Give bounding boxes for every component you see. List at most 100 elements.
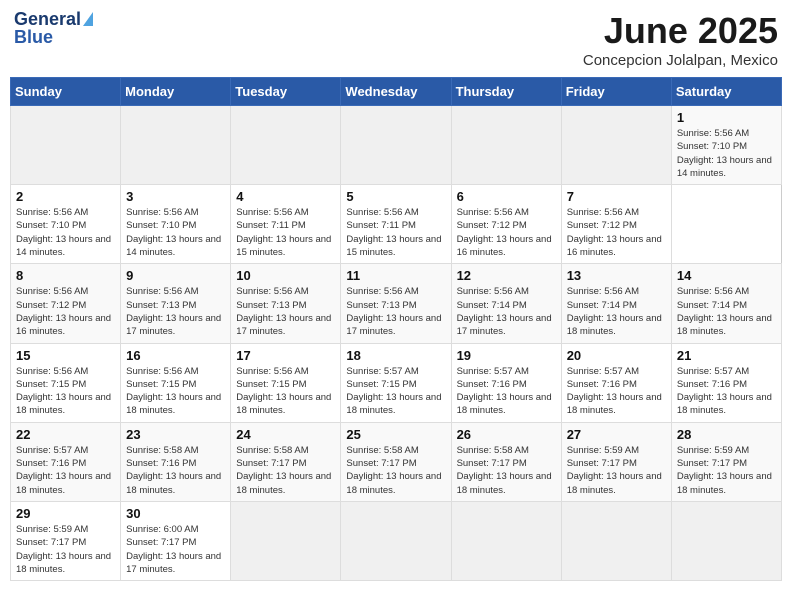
calendar-week-row: 2 Sunrise: 5:56 AMSunset: 7:10 PMDaylight… [11,185,782,264]
calendar-cell: 27Sunrise: 5:59 AMSunset: 7:17 PMDayligh… [561,422,671,501]
calendar-cell [11,106,121,185]
title-area: June 2025 Concepcion Jolalpan, Mexico [583,10,778,69]
day-info: Sunrise: 5:56 AMSunset: 7:14 PMDaylight:… [457,285,556,338]
calendar-cell: 8Sunrise: 5:56 AMSunset: 7:12 PMDaylight… [11,264,121,343]
day-info: Sunrise: 5:56 AMSunset: 7:13 PMDaylight:… [126,285,225,338]
calendar-cell [561,501,671,580]
col-header-monday: Monday [121,78,231,106]
day-info: Sunrise: 5:58 AMSunset: 7:17 PMDaylight:… [457,444,556,497]
day-number: 22 [16,427,115,442]
calendar-cell: 18Sunrise: 5:57 AMSunset: 7:15 PMDayligh… [341,343,451,422]
calendar-cell: 13Sunrise: 5:56 AMSunset: 7:14 PMDayligh… [561,264,671,343]
calendar-cell: 15 Sunrise: 5:56 AMSunset: 7:15 PMDayligh… [11,343,121,422]
day-info: Sunrise: 5:56 AMSunset: 7:15 PMDaylight:… [126,365,225,418]
calendar-cell: 30Sunrise: 6:00 AMSunset: 7:17 PMDayligh… [121,501,231,580]
day-number: 11 [346,268,445,283]
day-number: 25 [346,427,445,442]
calendar-cell: 25 Sunrise: 5:58 AMSunset: 7:17 PMDayligh… [341,422,451,501]
day-info: Sunrise: 5:56 AMSunset: 7:10 PMDaylight:… [677,127,776,180]
col-header-tuesday: Tuesday [231,78,341,106]
calendar-header-row: SundayMondayTuesdayWednesdayThursdayFrid… [11,78,782,106]
day-number: 15 [16,348,115,363]
calendar-cell: 14Sunrise: 5:56 AMSunset: 7:14 PMDayligh… [671,264,781,343]
calendar-cell: 4 Sunrise: 5:56 AMSunset: 7:11 PMDaylight… [231,185,341,264]
day-number: 5 [346,189,445,204]
calendar-week-row: 29 Sunrise: 5:59 AMSunset: 7:17 PMDayligh… [11,501,782,580]
day-number: 6 [457,189,556,204]
calendar-cell: 26 Sunrise: 5:58 AMSunset: 7:17 PMDayligh… [451,422,561,501]
col-header-sunday: Sunday [11,78,121,106]
calendar-cell: 3 Sunrise: 5:56 AMSunset: 7:10 PMDaylight… [121,185,231,264]
day-number: 24 [236,427,335,442]
day-number: 21 [677,348,776,363]
calendar-week-row: 22Sunrise: 5:57 AMSunset: 7:16 PMDayligh… [11,422,782,501]
calendar-table: SundayMondayTuesdayWednesdayThursdayFrid… [10,77,782,581]
day-number: 18 [346,348,445,363]
day-info: Sunrise: 5:58 AMSunset: 7:17 PMDaylight:… [236,444,335,497]
calendar-week-row: 8Sunrise: 5:56 AMSunset: 7:12 PMDaylight… [11,264,782,343]
day-info: Sunrise: 5:56 AMSunset: 7:10 PMDaylight:… [16,206,115,259]
logo-text-general: General [14,10,81,28]
location-subtitle: Concepcion Jolalpan, Mexico [583,52,778,69]
month-title: June 2025 [583,10,778,52]
day-info: Sunrise: 5:56 AMSunset: 7:10 PMDaylight:… [126,206,225,259]
calendar-cell: 11Sunrise: 5:56 AMSunset: 7:13 PMDayligh… [341,264,451,343]
day-number: 10 [236,268,335,283]
calendar-cell [121,106,231,185]
day-number: 16 [126,348,225,363]
day-number: 3 [126,189,225,204]
calendar-cell [231,106,341,185]
day-number: 29 [16,506,115,521]
day-info: Sunrise: 5:56 AMSunset: 7:14 PMDaylight:… [567,285,666,338]
day-info: Sunrise: 5:57 AMSunset: 7:16 PMDaylight:… [677,365,776,418]
day-number: 2 [16,189,115,204]
day-info: Sunrise: 5:58 AMSunset: 7:16 PMDaylight:… [126,444,225,497]
day-number: 27 [567,427,666,442]
calendar-week-row: 15 Sunrise: 5:56 AMSunset: 7:15 PMDayligh… [11,343,782,422]
day-info: Sunrise: 5:56 AMSunset: 7:11 PMDaylight:… [236,206,335,259]
day-number: 7 [567,189,666,204]
calendar-cell: 1 Sunrise: 5:56 AMSunset: 7:10 PMDaylight… [671,106,781,185]
day-number: 20 [567,348,666,363]
day-number: 12 [457,268,556,283]
col-header-friday: Friday [561,78,671,106]
col-header-saturday: Saturday [671,78,781,106]
day-number: 4 [236,189,335,204]
day-info: Sunrise: 5:57 AMSunset: 7:16 PMDaylight:… [567,365,666,418]
day-number: 26 [457,427,556,442]
calendar-cell: 28Sunrise: 5:59 AMSunset: 7:17 PMDayligh… [671,422,781,501]
calendar-cell [561,106,671,185]
calendar-cell: 22Sunrise: 5:57 AMSunset: 7:16 PMDayligh… [11,422,121,501]
day-number: 28 [677,427,776,442]
day-number: 8 [16,268,115,283]
day-info: Sunrise: 5:56 AMSunset: 7:15 PMDaylight:… [16,365,115,418]
calendar-cell [341,501,451,580]
calendar-cell: 19Sunrise: 5:57 AMSunset: 7:16 PMDayligh… [451,343,561,422]
day-info: Sunrise: 5:56 AMSunset: 7:15 PMDaylight:… [236,365,335,418]
calendar-week-row: 1 Sunrise: 5:56 AMSunset: 7:10 PMDaylight… [11,106,782,185]
col-header-thursday: Thursday [451,78,561,106]
day-number: 23 [126,427,225,442]
day-info: Sunrise: 5:58 AMSunset: 7:17 PMDaylight:… [346,444,445,497]
day-info: Sunrise: 5:56 AMSunset: 7:12 PMDaylight:… [457,206,556,259]
day-info: Sunrise: 5:56 AMSunset: 7:11 PMDaylight:… [346,206,445,259]
calendar-cell [341,106,451,185]
logo: General Blue [14,10,93,46]
calendar-cell [451,106,561,185]
calendar-cell: 5 Sunrise: 5:56 AMSunset: 7:11 PMDaylight… [341,185,451,264]
calendar-cell: 23 Sunrise: 5:58 AMSunset: 7:16 PMDayligh… [121,422,231,501]
day-number: 1 [677,110,776,125]
col-header-wednesday: Wednesday [341,78,451,106]
day-number: 17 [236,348,335,363]
day-info: Sunrise: 5:57 AMSunset: 7:16 PMDaylight:… [457,365,556,418]
calendar-cell: 2 Sunrise: 5:56 AMSunset: 7:10 PMDaylight… [11,185,121,264]
calendar-cell: 21 Sunrise: 5:57 AMSunset: 7:16 PMDayligh… [671,343,781,422]
day-info: Sunrise: 5:59 AMSunset: 7:17 PMDaylight:… [16,523,115,576]
calendar-cell: 9Sunrise: 5:56 AMSunset: 7:13 PMDaylight… [121,264,231,343]
day-info: Sunrise: 5:56 AMSunset: 7:13 PMDaylight:… [236,285,335,338]
calendar-cell [671,501,781,580]
calendar-cell: 24 Sunrise: 5:58 AMSunset: 7:17 PMDayligh… [231,422,341,501]
logo-triangle-icon [83,12,93,26]
day-info: Sunrise: 5:56 AMSunset: 7:14 PMDaylight:… [677,285,776,338]
day-info: Sunrise: 6:00 AMSunset: 7:17 PMDaylight:… [126,523,225,576]
